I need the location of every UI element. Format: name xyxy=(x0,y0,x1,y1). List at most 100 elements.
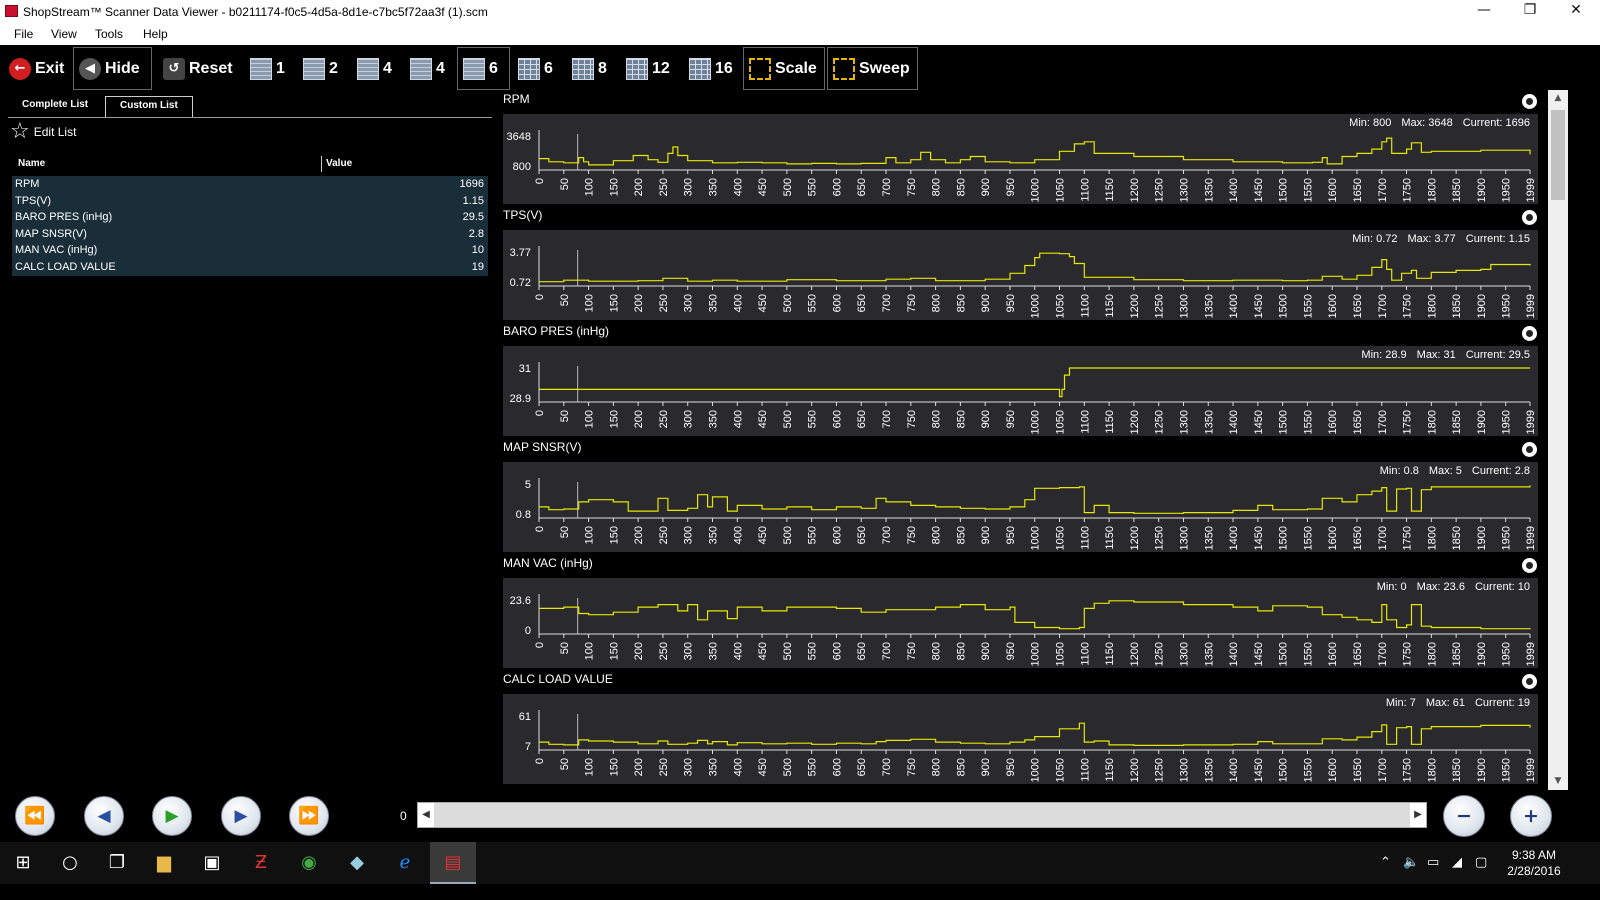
list-item[interactable]: CALC LOAD VALUE 19 xyxy=(12,259,488,276)
menu-view[interactable]: View xyxy=(51,27,77,41)
minimize-button[interactable]: — xyxy=(1461,0,1507,23)
hide-button[interactable]: ◀ Hide xyxy=(73,47,152,90)
reset-button[interactable]: ↺ Reset xyxy=(158,47,238,90)
layout-4-grid-button[interactable]: 4 xyxy=(405,47,450,90)
x-tick-label: 350 xyxy=(708,758,720,776)
store-icon[interactable]: ▣ xyxy=(189,842,235,884)
clock[interactable]: 9:38 AM 2/28/2016 xyxy=(1500,847,1568,879)
column-header-name[interactable]: Name xyxy=(18,158,45,169)
x-tick-label: 1999 xyxy=(1525,526,1537,550)
network-icon[interactable]: ◢ xyxy=(1452,842,1462,884)
graph-area: RPM 3648 800 0 50 100 150 200 250 300 350 400 450 50… xyxy=(500,90,1548,790)
menu-tools[interactable]: Tools xyxy=(95,27,123,41)
volume-icon[interactable]: 🔈 xyxy=(1403,842,1419,884)
tray-expand-icon[interactable]: ⌃ xyxy=(1380,842,1391,884)
y-min-label: 0.8 xyxy=(516,509,531,521)
close-window-button[interactable]: ✕ xyxy=(1553,0,1599,23)
column-divider[interactable] xyxy=(321,156,322,172)
layout-1-button[interactable]: 1 xyxy=(245,47,290,90)
step-forward-button[interactable]: ▶ xyxy=(221,796,261,836)
filezilla-icon[interactable]: Ƶ xyxy=(238,842,284,884)
app-tile-icon[interactable]: ◆ xyxy=(334,842,380,884)
fast-forward-button[interactable]: ⏩ xyxy=(289,796,329,836)
param-name: MAN VAC (inHg) xyxy=(15,244,98,257)
maximize-button[interactable]: ❐ xyxy=(1507,0,1553,23)
chart-panel[interactable]: 3648 800 0 50 100 150 200 250 300 350 400 450 500 550… xyxy=(503,114,1538,204)
chrome-icon[interactable]: ◉ xyxy=(286,842,332,884)
scale-icon xyxy=(749,57,771,80)
layout-6-stacked-button[interactable]: 6 xyxy=(457,47,510,90)
scroll-down-icon[interactable]: ▼ xyxy=(1548,773,1568,790)
x-tick-label: 900 xyxy=(980,178,992,196)
x-tick-label: 100 xyxy=(584,526,596,544)
chart-stats: Min: 7 Max: 61 Current: 19 xyxy=(1376,697,1530,709)
x-tick-label: 1100 xyxy=(1079,294,1091,318)
layout-6-grid-button[interactable]: 6 xyxy=(513,47,558,90)
timeline-scrollbar[interactable]: ◀ ▶ xyxy=(417,802,1427,828)
x-tick-label: 900 xyxy=(980,758,992,776)
close-chart-icon[interactable] xyxy=(1522,210,1537,225)
tab-custom-list[interactable]: Custom List xyxy=(105,96,193,118)
zoom-in-button[interactable]: + xyxy=(1510,795,1552,837)
x-tick-label: 1950 xyxy=(1501,294,1513,318)
x-tick-label: 700 xyxy=(881,642,893,660)
chart-panel[interactable]: 3.77 0.72 0 50 100 150 200 250 300 350 400 450 500 55… xyxy=(503,230,1538,320)
start-windows-icon[interactable]: ⊞ xyxy=(0,842,46,884)
menu-file[interactable]: File xyxy=(14,27,33,41)
edge-icon[interactable]: ℯ xyxy=(382,842,428,884)
tab-complete-list[interactable]: Complete List xyxy=(8,96,102,118)
close-chart-icon[interactable] xyxy=(1522,674,1537,689)
layout-2-button[interactable]: 2 xyxy=(298,47,343,90)
list-item[interactable]: BARO PRES (inHg) 29.5 xyxy=(12,209,488,226)
close-chart-icon[interactable] xyxy=(1522,558,1537,573)
x-tick-label: 1700 xyxy=(1377,294,1389,318)
x-tick-label: 1000 xyxy=(1030,410,1042,434)
list-item[interactable]: RPM 1696 xyxy=(12,176,488,193)
x-tick-label: 1999 xyxy=(1525,410,1537,434)
chart-panel[interactable]: 61 7 0 50 100 150 200 250 300 350 400 450 500 550 600 6… xyxy=(503,694,1538,784)
layout-16-label: 16 xyxy=(715,59,733,77)
close-chart-icon[interactable] xyxy=(1522,442,1537,457)
scroll-right-icon[interactable]: ▶ xyxy=(1410,803,1426,827)
layout-8-button[interactable]: 8 xyxy=(567,47,612,90)
close-chart-icon[interactable] xyxy=(1522,94,1537,109)
rewind-button[interactable]: ⏪ xyxy=(15,796,55,836)
x-tick-label: 550 xyxy=(807,642,819,660)
notifications-icon[interactable]: ▢ xyxy=(1475,842,1487,884)
zoom-out-button[interactable]: − xyxy=(1443,795,1485,837)
scale-button[interactable]: Scale xyxy=(743,47,825,90)
scroll-left-icon[interactable]: ◀ xyxy=(418,803,434,827)
menu-help[interactable]: Help xyxy=(143,27,168,41)
close-chart-icon[interactable] xyxy=(1522,326,1537,341)
battery-icon[interactable]: ▭ xyxy=(1427,842,1439,884)
layout-12-button[interactable]: 12 xyxy=(621,47,675,90)
x-tick-label: 1650 xyxy=(1352,178,1364,202)
x-tick-label: 1700 xyxy=(1377,642,1389,666)
chart-map-snsr: MAP SNSR(V) 5 0.8 0 50 100 150 200 250 300 350 400… xyxy=(500,438,1548,554)
layout-16-button[interactable]: 16 xyxy=(684,47,738,90)
chart-panel[interactable]: 31 28.9 0 50 100 150 200 250 300 350 400 450 500 550 6… xyxy=(503,346,1538,436)
x-tick-label: 1500 xyxy=(1278,642,1290,666)
layout-4-stacked-button[interactable]: 4 xyxy=(352,47,397,90)
list-item[interactable]: MAP SNSR(V) 2.8 xyxy=(12,226,488,243)
x-tick-label: 1050 xyxy=(1055,410,1067,434)
play-button[interactable]: ▶ xyxy=(152,796,192,836)
cortana-search-icon[interactable]: ○ xyxy=(47,842,93,884)
column-header-value[interactable]: Value xyxy=(326,158,352,169)
chart-panel[interactable]: 23.6 0 0 50 100 150 200 250 300 350 400 450 500 550 60… xyxy=(503,578,1538,668)
file-explorer-icon[interactable]: ▆ xyxy=(141,842,187,884)
step-back-button[interactable]: ◀ xyxy=(84,796,124,836)
chart-panel[interactable]: 5 0.8 0 50 100 150 200 250 300 350 400 450 500 550 600… xyxy=(503,462,1538,552)
list-item[interactable]: MAN VAC (inHg) 10 xyxy=(12,242,488,259)
scroll-up-icon[interactable]: ▲ xyxy=(1548,90,1568,107)
task-view-icon[interactable]: ❐ xyxy=(94,842,140,884)
exit-button[interactable]: ← Exit xyxy=(4,47,69,90)
graph-scrollbar[interactable]: ▲ ▼ xyxy=(1548,90,1568,790)
list-item[interactable]: TPS(V) 1.15 xyxy=(12,193,488,210)
scrollbar-thumb[interactable] xyxy=(1551,110,1565,200)
series-line xyxy=(539,722,1531,746)
edit-list-button[interactable]: ☆ Edit List xyxy=(10,121,76,143)
sweep-button[interactable]: Sweep xyxy=(827,47,918,90)
x-tick-label: 1999 xyxy=(1525,294,1537,318)
shopstream-task-icon[interactable]: ▤ xyxy=(430,842,476,884)
